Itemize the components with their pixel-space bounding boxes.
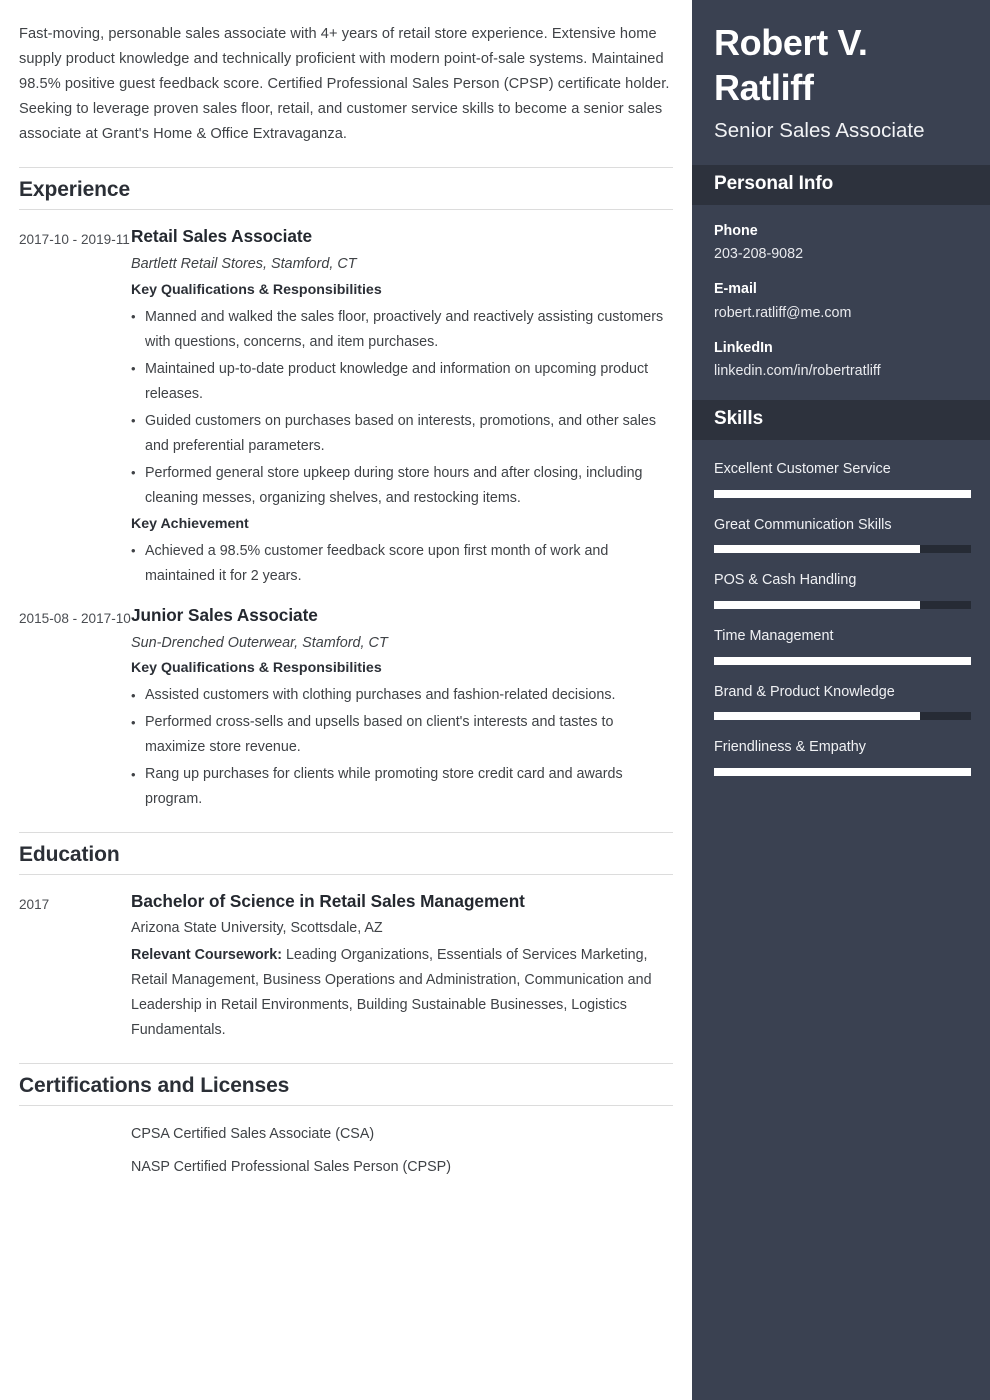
experience-organization: Sun-Drenched Outerwear, Stamford, CT [131,634,388,651]
skill-level-bar [714,712,971,721]
experience-entry-dates: 2017-10 - 2019-11 [19,232,130,248]
sidebar: Robert V. Ratliff Senior Sales Associate… [692,0,990,1400]
section-title-certifications: Certifications and Licenses [19,1074,290,1098]
skill-level-fill [714,545,920,554]
section-title-education: Education [19,843,120,867]
skill-level-fill [714,767,971,776]
education-entry-body: Bachelor of Science in Retail Sales Mana… [131,889,673,1043]
experience-bullet: Guided customers on purchases based on i… [131,408,673,459]
skill-level-fill [714,489,971,498]
experience-entry: 2015-08 - 2017-10 Junior Sales Associate S… [19,603,673,813]
certification-name: NASP Certified Professional Sales Person… [131,1159,451,1176]
experience-bullet: Rang up purchases for clients while prom… [131,762,673,812]
experience-section: Experience 2017-10 - 2019-11 Retail Sales… [19,167,673,812]
experience-bullet: Maintained up-to-date product knowledge … [131,356,673,407]
experience-job-title: Retail Sales Associate [131,226,313,247]
skill-level-fill [714,712,920,721]
education-section-header: Education [19,832,673,876]
skill-name: Friendliness & Empathy [714,739,866,756]
experience-entry: 2017-10 - 2019-11 Retail Sales Associate B… [19,224,673,588]
personal-info-title: Personal Info [714,172,834,194]
skill-level-fill [714,600,920,609]
skill-level-bar [714,545,971,554]
skill-level-fill [714,656,971,665]
skills-body: Excellent Customer Service Great Communic… [692,440,990,776]
experience-entry-body: Retail Sales Associate Bartlett Retail St… [131,224,673,588]
experience-job-title: Junior Sales Associate [131,604,318,625]
experience-bullet: Manned and walked the sales floor, proac… [131,304,673,355]
education-coursework: Relevant Coursework: Leading Organizatio… [131,943,673,1043]
contact-value-phone[interactable]: 203-208-9082 [714,243,968,266]
experience-bullet-list: Assisted customers with clothing purchas… [131,683,673,812]
experience-bullet: Performed cross-sells and upsells based … [131,710,673,760]
personal-info-header: Personal Info [692,164,990,205]
skill-item: Friendliness & Empathy [714,737,971,776]
experience-bullet: Assisted customers with clothing purchas… [131,683,673,708]
candidate-role: Senior Sales Associate [714,119,925,142]
education-entry-list: 2017 Bachelor of Science in Retail Sales … [19,889,673,1043]
certifications-section-header: Certifications and Licenses [19,1063,673,1107]
candidate-name: Robert V. Ratliff [714,22,868,108]
skill-name: Great Communication Skills [714,516,892,533]
experience-organization: Bartlett Retail Stores, Stamford, CT [131,256,357,273]
experience-achievement: Achieved a 98.5% customer feedback score… [131,538,673,589]
professional-summary: Fast-moving, personable sales associate … [19,26,670,142]
contact-list: Phone 203-208-9082 E-mail robert.ratliff@me… [714,221,968,384]
contact-label-linkedin: LinkedIn [714,339,773,356]
contact-value-linkedin[interactable]: linkedin.com/in/robertratliff [714,360,968,383]
section-title-experience: Experience [19,178,131,201]
skill-name: Excellent Customer Service [714,461,891,478]
contact-label-phone: Phone [714,222,758,239]
key-achievement-label: Key Achievement [131,515,249,532]
certifications-section: Certifications and Licenses CPSA Certifi… [19,1063,673,1188]
skill-item: Time Management [714,626,971,665]
personal-info-body: Phone 203-208-9082 E-mail robert.ratliff@me… [692,205,990,384]
skill-item: Excellent Customer Service [714,459,971,498]
certification-date-spacer [19,1155,131,1188]
experience-section-header: Experience [19,167,673,211]
skill-level-bar [714,489,971,498]
sidebar-identity-block: Robert V. Ratliff Senior Sales Associate [692,0,990,165]
certification-date-spacer [19,1122,131,1155]
skill-name: Brand & Product Knowledge [714,683,895,700]
education-school: Arizona State University, Scottsdale, AZ [131,920,383,937]
skill-item: Brand & Product Knowledge [714,682,971,721]
skill-level-bar [714,600,971,609]
skills-header: Skills [692,400,990,441]
skills-title: Skills [714,408,764,430]
experience-entry-list: 2017-10 - 2019-11 Retail Sales Associate B… [19,224,673,812]
education-entry: 2017 Bachelor of Science in Retail Sales … [19,889,673,1043]
contact-label-e-mail: E-mail [714,281,757,298]
skill-item: Great Communication Skills [714,515,971,554]
skill-list: Excellent Customer Service Great Communic… [714,459,971,776]
experience-achievement-list: Achieved a 98.5% customer feedback score… [131,538,673,589]
resume-document: Fast-moving, personable sales associate … [0,0,990,1400]
education-section: Education 2017 Bachelor of Science in Ret… [19,832,673,1043]
education-degree: Bachelor of Science in Retail Sales Mana… [131,891,525,912]
skill-name: Time Management [714,627,834,644]
main-column: Fast-moving, personable sales associate … [0,0,692,1400]
experience-bullet-list: Manned and walked the sales floor, proac… [131,304,673,511]
experience-bullet: Performed general store upkeep during st… [131,460,673,511]
key-qualifications-label: Key Qualifications & Responsibilities [131,281,382,298]
certification-item: CPSA Certified Sales Associate (CSA) [19,1122,673,1155]
education-coursework-label: Relevant Coursework: [131,947,282,964]
certification-item: NASP Certified Professional Sales Person… [19,1155,673,1188]
experience-entry-dates: 2015-08 - 2017-10 [19,610,131,626]
education-entry-dates: 2017 [19,897,50,913]
certification-list: CPSA Certified Sales Associate (CSA) NASP… [19,1122,673,1188]
skill-level-bar [714,767,971,776]
skill-item: POS & Cash Handling [714,570,971,609]
key-qualifications-label: Key Qualifications & Responsibilities [131,660,382,677]
certification-name: CPSA Certified Sales Associate (CSA) [131,1126,375,1143]
experience-entry-body: Junior Sales Associate Sun-Drenched Outer… [131,603,673,813]
contact-value-e-mail[interactable]: robert.ratliff@me.com [714,302,968,325]
skill-name: POS & Cash Handling [714,572,857,589]
skill-level-bar [714,656,971,665]
